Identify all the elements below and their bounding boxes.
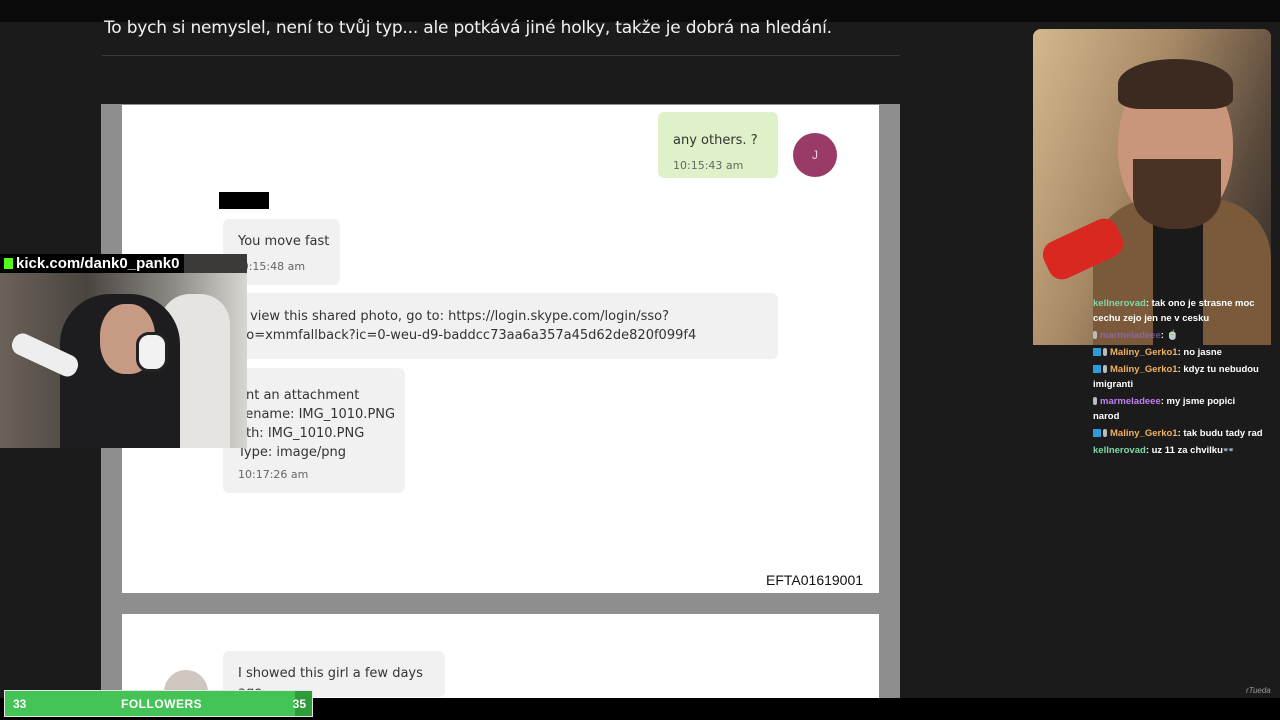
sent-message-bubble: any others. ? 10:15:43 am [658,112,778,178]
document-id: EFTA01619001 [766,572,864,588]
streamer-beard [1133,159,1221,229]
chat-message: Maliny_Gerko1: kdyz tu nebudou imigranti [1093,362,1263,392]
chat-message: kellnerovad: tak ono je strasne moc cech… [1093,296,1263,326]
chat-username: Maliny_Gerko1 [1110,428,1178,439]
shared-photo-text: o view this shared photo, go to: https:/… [238,309,697,343]
chat-overlay: kellnerovad: tak ono je strasne moc cech… [1093,296,1263,460]
followers-current: 33 [13,697,27,711]
followers-label: FOLLOWERS [121,697,203,711]
received-message-time: :0:15:48 am [238,260,306,273]
avatar: J [793,133,837,177]
chat-text: : tak budu tady rad [1177,428,1263,439]
subscriber-badge-icon [1093,365,1101,373]
redaction-bar [219,192,269,209]
translation-caption: To bych si nemyslel, není to tvůj typ...… [104,18,832,38]
channel-url: kick.com/dank0_pank0 [16,255,180,272]
chat-username: kellnerovad [1093,445,1146,456]
pin-icon [1103,348,1107,356]
chat-message: kellnerovad: uz 11 za chvilku👓 [1093,443,1263,458]
sent-message-time: 10:15:43 am [673,159,744,172]
followers-goal: 35 [292,697,306,711]
chat-username: Maliny_Gerko1 [1110,364,1178,375]
chat-username: Maliny_Gerko1 [1110,347,1178,358]
document-page-2: I showed this girl a few days ago [122,614,879,698]
kick-logo-icon [4,258,13,269]
chat-username: marmeladeee [1100,396,1161,407]
chat-text: : no jasne [1177,347,1222,358]
chat-text: : 🍵 [1160,330,1179,341]
chat-username: kellnerovad [1093,298,1146,309]
attachment-filename: ilename: IMG_1010.PNG [238,407,396,422]
streamer-hair [1118,59,1233,109]
webcam-overlay-left: kick.com/dank0_pank0 [0,254,247,448]
followers-goal-bar: 33 FOLLOWERS 35 [4,690,313,717]
pin-icon [1103,365,1107,373]
chat-text: : uz 11 za chvilku👓 [1145,445,1235,456]
pin-icon [1093,331,1097,339]
subscriber-badge-icon [1093,429,1101,437]
attachment-time: 10:17:26 am [238,468,309,481]
chat-username: marmeladeee [1100,330,1161,341]
attachment-title: ent an attachment [238,388,360,403]
received-message-text: You move fast [238,234,330,249]
chat-message: Maliny_Gerko1: tak budu tady rad [1093,426,1263,441]
subscriber-badge-icon [1093,348,1101,356]
attachment-type: Type: image/png [238,445,346,460]
chat-message: marmeladeee: 🍵 [1093,328,1263,343]
shared-photo-message: o view this shared photo, go to: https:/… [223,293,778,359]
pin-icon [1103,429,1107,437]
chat-message: marmeladeee: my jsme popici narod [1093,394,1263,424]
channel-label: kick.com/dank0_pank0 [0,254,184,273]
attachment-message: ent an attachment ilename: IMG_1010.PNG … [223,368,405,493]
sent-message-text: any others. ? [673,133,758,148]
chat-message: Maliny_Gerko1: no jasne [1093,345,1263,360]
watermark: rTueda [1246,686,1271,695]
pin-icon [1093,397,1097,405]
headset-icon [136,332,168,372]
attachment-path: ath: IMG_1010.PNG [238,426,365,441]
divider [102,55,900,56]
